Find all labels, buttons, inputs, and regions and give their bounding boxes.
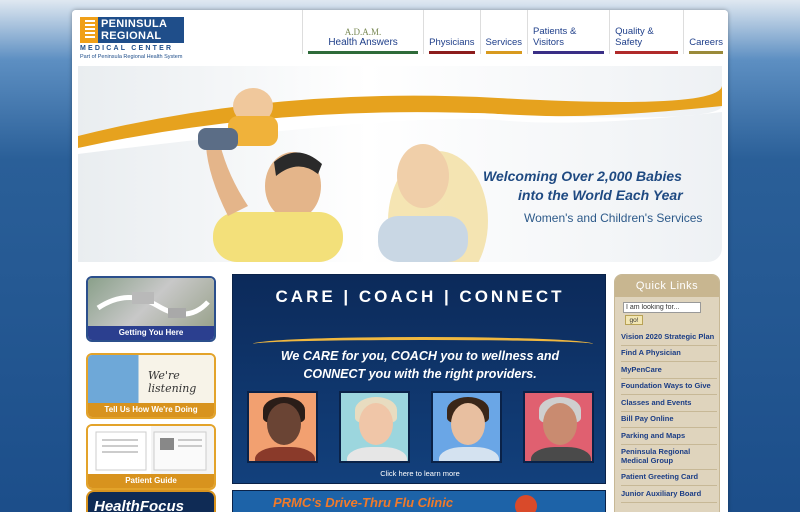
nav-label: Quality & Safety [615, 26, 654, 48]
flu-clinic-badge-icon [515, 495, 537, 512]
nav-patients-visitors[interactable]: Patients & Visitors [526, 10, 609, 54]
promo-tagline-1: We CARE for you, COACH you to wellness a… [280, 349, 560, 363]
nav-health-answers[interactable]: A.D.A.M. Health Answers [302, 10, 423, 54]
portrait-photo [431, 391, 502, 463]
nav-label: Services [485, 37, 522, 48]
nav-underline [689, 51, 724, 54]
healthfocus-title: HealthFocus [94, 498, 185, 512]
nav-services[interactable]: Services [479, 10, 527, 54]
quick-link-classes-events[interactable]: Classes and Events [621, 395, 717, 412]
site-header: PENINSULA REGIONAL MEDICAL CENTER Part o… [72, 10, 728, 66]
care-coach-connect-promo[interactable]: CARE | COACH | CONNECT We CARE for you, … [232, 274, 606, 484]
patient-guide-card[interactable]: Patient Guide [86, 424, 216, 490]
learn-more-link[interactable]: Click here to learn more [233, 469, 607, 478]
nav-label: Patients & Visitors [532, 26, 577, 48]
quick-link-bill-pay[interactable]: Bill Pay Online [621, 412, 717, 428]
nav-physicians[interactable]: Physicians [423, 10, 479, 54]
card-label: Tell Us How We're Doing [88, 403, 214, 417]
prmc-logo[interactable]: PENINSULA REGIONAL MEDICAL CENTER Part o… [80, 17, 190, 63]
hero-subline: Women's and Children's Services [524, 211, 703, 225]
quick-links-go-button[interactable]: go! [625, 315, 643, 325]
nav-underline [615, 51, 679, 54]
nav-label: Physicians [429, 37, 475, 48]
nav-underline [308, 51, 419, 54]
page-container: PENINSULA REGIONAL MEDICAL CENTER Part o… [72, 10, 728, 512]
logo-tagline: Part of Peninsula Regional Health System [80, 54, 183, 60]
campus-map-image [88, 278, 214, 326]
tell-us-card[interactable]: We're listening Tell Us How We're Doing [86, 353, 216, 419]
card-label: Patient Guide [88, 474, 214, 488]
portrait-photo [339, 391, 410, 463]
patient-guide-image [88, 426, 214, 474]
quick-links-panel: Quick Links go! Vision 2020 Strategic Pl… [614, 274, 720, 512]
getting-you-here-card[interactable]: Getting You Here [86, 276, 216, 342]
promo-heading: CARE | COACH | CONNECT [275, 287, 565, 306]
listening-script: We're listening [148, 369, 197, 395]
nav-label: Careers [689, 37, 724, 48]
quick-link-junior-auxiliary[interactable]: Junior Auxiliary Board [621, 486, 717, 503]
hero-banner[interactable]: Welcoming Over 2,000 Babies into the Wor… [78, 66, 722, 262]
nav-underline [485, 51, 522, 54]
healthfocus-card[interactable]: HealthFocus [86, 490, 216, 512]
hero-illustration [78, 86, 722, 262]
quick-link-foundation[interactable]: Foundation Ways to Give [621, 379, 717, 395]
quick-links-search-input[interactable] [623, 302, 701, 313]
nav-label: Health Answers [328, 37, 398, 48]
hero-headline-1: Welcoming Over 2,000 Babies [483, 168, 682, 184]
portrait-photo [523, 391, 594, 463]
card-label: Getting You Here [88, 326, 214, 340]
nav-careers[interactable]: Careers [683, 10, 728, 54]
promo-faces [247, 391, 594, 463]
quick-link-medical-group[interactable]: Peninsula Regional Medical Group [621, 445, 717, 470]
nav-underline [429, 51, 475, 54]
quick-link-vision-2020[interactable]: Vision 2020 Strategic Plan [621, 329, 717, 346]
quick-links-title: Quick Links [615, 275, 719, 297]
promo-tagline-2: CONNECT you with the right providers. [303, 367, 537, 381]
logo-mark-icon [80, 17, 100, 43]
quick-link-greeting-card[interactable]: Patient Greeting Card [621, 470, 717, 486]
nav-quality-safety[interactable]: Quality & Safety [609, 10, 683, 54]
portrait-photo [247, 391, 318, 463]
adam-logo: A.D.A.M. [344, 27, 382, 37]
logo-line2: REGIONAL [101, 30, 162, 42]
quick-link-mypencare[interactable]: MyPenCare [621, 362, 717, 379]
flu-clinic-text: PRMC's Drive-Thru Flu Clinic [273, 495, 454, 510]
main-nav: A.D.A.M. Health Answers Physicians Servi… [302, 10, 728, 54]
quick-links-list: Vision 2020 Strategic Plan Find A Physic… [621, 329, 717, 503]
flu-clinic-banner[interactable]: PRMC's Drive-Thru Flu Clinic [232, 490, 606, 512]
logo-line3: MEDICAL CENTER [80, 45, 174, 52]
listening-image: We're listening [88, 355, 214, 403]
quick-link-find-physician[interactable]: Find A Physician [621, 346, 717, 362]
logo-line1: PENINSULA [101, 18, 168, 30]
nav-underline [532, 51, 605, 54]
hero-headline-2: into the World Each Year [518, 187, 683, 203]
quick-link-parking-maps[interactable]: Parking and Maps [621, 428, 717, 445]
